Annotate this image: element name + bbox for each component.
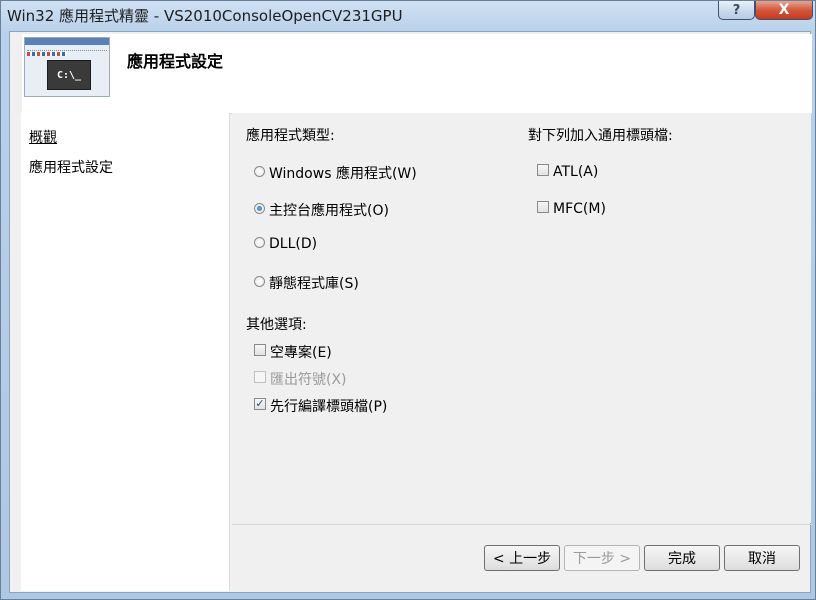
radio-selected-icon[interactable] (254, 202, 265, 214)
radio-label: 靜態程式庫(S) (269, 276, 359, 292)
checkbox-empty-project[interactable]: 空專案(E) (254, 342, 332, 362)
checkbox-icon[interactable] (537, 201, 549, 213)
help-button[interactable]: ? (718, 1, 755, 20)
logo-titlebar (25, 38, 109, 45)
logo-toolbar (27, 52, 67, 56)
checkbox-atl[interactable]: ATL(A) (537, 164, 598, 180)
close-button[interactable]: X (755, 1, 813, 20)
checkbox-label: MFC(M) (553, 201, 606, 217)
radio-static-lib[interactable]: 靜態程式庫(S) (254, 273, 359, 293)
cancel-button[interactable]: 取消 (724, 545, 800, 571)
logo-menu (27, 47, 107, 51)
radio-console-app[interactable]: 主控台應用程式(O) (254, 200, 389, 220)
checkbox-mfc[interactable]: MFC(M) (537, 201, 606, 217)
radio-icon[interactable] (254, 165, 265, 177)
next-button: 下一步 > (564, 545, 640, 571)
checkbox-label: 空專案(E) (270, 345, 332, 361)
wizard-window: Win32 應用程式精靈 - VS2010ConsoleOpenCV231GPU… (0, 0, 816, 600)
title-bar[interactable]: Win32 應用程式精靈 - VS2010ConsoleOpenCV231GPU… (1, 1, 816, 29)
sidebar-item-overview[interactable]: 概觀 (29, 127, 57, 147)
radio-label: 主控台應用程式(O) (269, 203, 389, 219)
radio-dll[interactable]: DLL(D) (254, 236, 317, 252)
console-app-logo-icon: C:\_ (24, 37, 110, 97)
sidebar: 概觀 應用程式設定 (21, 113, 230, 591)
checkbox-label: 先行編譯標頭檔(P) (270, 399, 388, 415)
checkbox-precompiled-header[interactable]: ✓ 先行編譯標頭檔(P) (254, 396, 387, 416)
wizard-header: C:\_ 應用程式設定 (22, 34, 812, 114)
window-title: Win32 應用程式精靈 - VS2010ConsoleOpenCV231GPU (7, 7, 403, 25)
checkbox-icon (254, 371, 266, 383)
other-options-label: 其他選項: (246, 317, 307, 333)
page-title: 應用程式設定 (127, 52, 224, 71)
checkbox-icon[interactable] (254, 344, 266, 356)
radio-label: Windows 應用程式(W) (269, 166, 417, 182)
checkbox-label: ATL(A) (553, 164, 599, 180)
app-type-label: 應用程式類型: (246, 128, 335, 144)
prev-button[interactable]: < 上一步 (484, 545, 560, 571)
close-icon: X (778, 2, 790, 18)
checkbox-icon[interactable] (537, 164, 549, 176)
logo-console: C:\_ (47, 60, 91, 90)
finish-button[interactable]: 完成 (644, 545, 720, 571)
main-panel: 應用程式類型: Windows 應用程式(W) 主控台應用程式(O) DLL(D… (232, 113, 811, 523)
checkbox-checked-icon[interactable]: ✓ (254, 398, 266, 410)
checkbox-label: 匯出符號(X) (270, 372, 347, 388)
checkbox-export-symbols: 匯出符號(X) (254, 369, 347, 389)
footer-divider (232, 524, 813, 525)
radio-icon[interactable] (254, 236, 265, 248)
sidebar-item-app-settings[interactable]: 應用程式設定 (29, 157, 113, 177)
radio-label: DLL(D) (269, 236, 318, 252)
common-headers-label: 對下列加入通用標頭檔: (528, 128, 673, 144)
radio-windows-app[interactable]: Windows 應用程式(W) (254, 163, 417, 183)
help-icon: ? (732, 2, 741, 18)
radio-icon[interactable] (254, 275, 265, 287)
